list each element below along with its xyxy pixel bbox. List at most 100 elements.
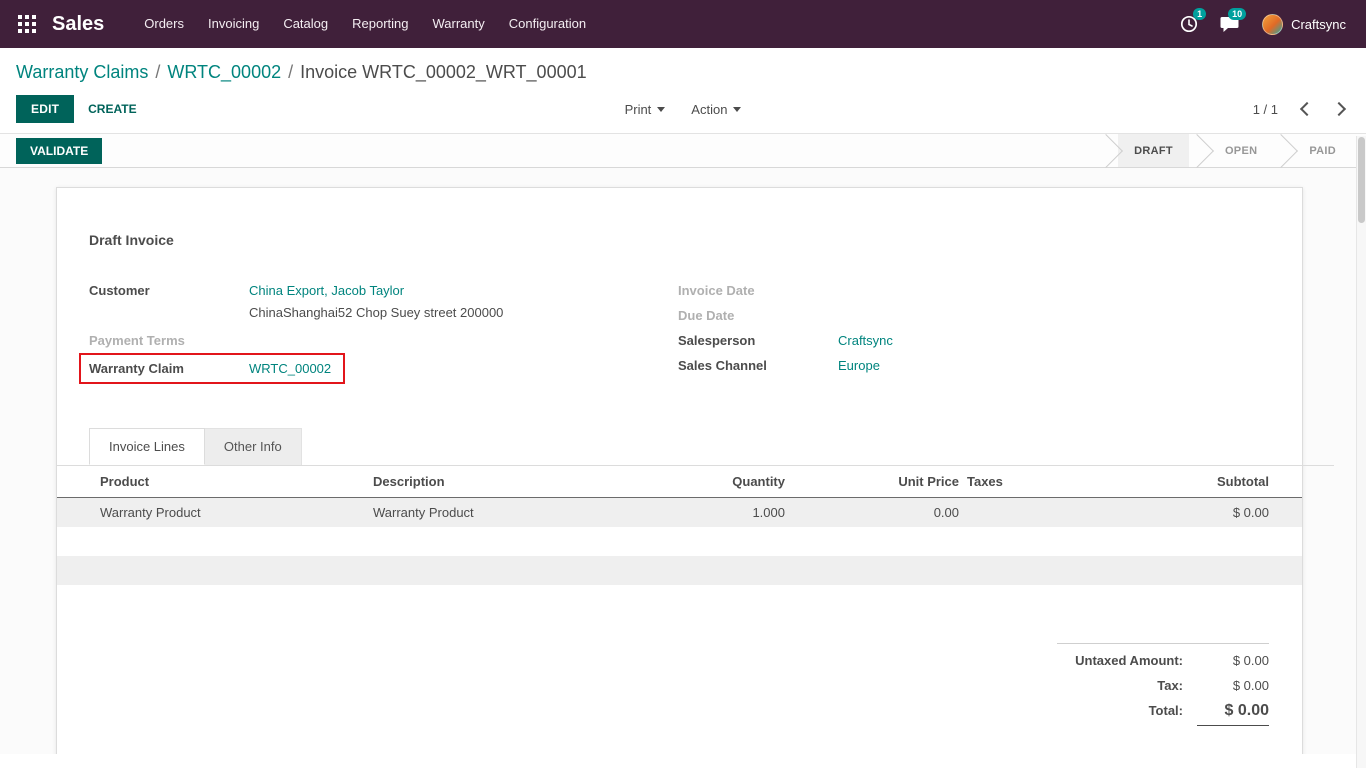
field-due-date: Due Date bbox=[678, 303, 1270, 328]
field-warranty-claim: Warranty Claim WRTC_00002 bbox=[89, 353, 678, 384]
customer-link[interactable]: China Export, Jacob Taylor bbox=[249, 283, 404, 298]
menu-catalog[interactable]: Catalog bbox=[271, 0, 340, 48]
app-name[interactable]: Sales bbox=[52, 13, 104, 36]
column-header-product[interactable]: Product bbox=[57, 466, 369, 498]
main-menu: Orders Invoicing Catalog Reporting Warra… bbox=[132, 0, 598, 48]
edit-button[interactable]: EDIT bbox=[16, 95, 74, 123]
warranty-claim-label: Warranty Claim bbox=[89, 356, 249, 381]
breadcrumb-separator: / bbox=[155, 62, 160, 82]
breadcrumb-separator: / bbox=[288, 62, 293, 82]
cell-product: Warranty Product bbox=[57, 498, 369, 528]
breadcrumb: Warranty Claims / WRTC_00002 / Invoice WRTC_… bbox=[16, 62, 1350, 83]
pager-counter: 1 / 1 bbox=[1253, 102, 1278, 117]
total-label: Total: bbox=[1057, 698, 1197, 723]
salesperson-link[interactable]: Craftsync bbox=[838, 333, 893, 348]
status-step-draft[interactable]: DRAFT bbox=[1118, 134, 1189, 167]
print-label: Print bbox=[625, 102, 652, 117]
tax-label: Tax: bbox=[1057, 673, 1197, 698]
scrollbar-thumb[interactable] bbox=[1358, 137, 1365, 223]
total-row: Total: $ 0.00 bbox=[1057, 698, 1269, 726]
sales-channel-label: Sales Channel bbox=[678, 353, 838, 378]
column-header-description[interactable]: Description bbox=[369, 466, 649, 498]
status-pipeline: DRAFT OPEN PAID bbox=[1098, 134, 1352, 167]
status-arrow-separator bbox=[1273, 134, 1293, 167]
caret-down-icon bbox=[657, 107, 665, 112]
cell-unit-price: 0.00 bbox=[789, 498, 963, 528]
notebook-tabs: Invoice Lines Other Info bbox=[89, 428, 1302, 466]
status-step-paid[interactable]: PAID bbox=[1293, 134, 1352, 167]
invoice-sheet: Draft Invoice Customer China Export, Jac… bbox=[56, 187, 1303, 754]
cell-subtotal: $ 0.00 bbox=[1123, 498, 1302, 528]
user-avatar bbox=[1262, 14, 1283, 35]
menu-invoicing[interactable]: Invoicing bbox=[196, 0, 271, 48]
menu-reporting[interactable]: Reporting bbox=[340, 0, 420, 48]
total-tax-row: Tax: $ 0.00 bbox=[1057, 673, 1269, 698]
cell-description: Warranty Product bbox=[369, 498, 649, 528]
empty-row bbox=[57, 527, 1302, 556]
column-header-quantity[interactable]: Quantity bbox=[649, 466, 789, 498]
statusbar: VALIDATE DRAFT OPEN PAID bbox=[0, 134, 1366, 168]
total-untaxed-row: Untaxed Amount: $ 0.00 bbox=[1057, 648, 1269, 673]
print-dropdown[interactable]: Print bbox=[625, 102, 666, 117]
cell-taxes bbox=[963, 498, 1123, 528]
action-label: Action bbox=[691, 102, 727, 117]
customer-address: ChinaShanghai52 Chop Suey street 200000 bbox=[249, 303, 503, 328]
sales-channel-link[interactable]: Europe bbox=[838, 358, 880, 373]
tab-other-info[interactable]: Other Info bbox=[205, 428, 302, 465]
user-name: Craftsync bbox=[1291, 17, 1346, 32]
table-row[interactable]: Warranty Product Warranty Product 1.000 … bbox=[57, 498, 1302, 528]
left-field-column: Customer China Export, Jacob Taylor Chin… bbox=[89, 278, 678, 384]
invoice-date-label: Invoice Date bbox=[678, 278, 838, 303]
totals-block: Untaxed Amount: $ 0.00 Tax: $ 0.00 Total… bbox=[1057, 643, 1269, 726]
user-menu[interactable]: Craftsync bbox=[1252, 14, 1350, 35]
untaxed-amount-label: Untaxed Amount: bbox=[1057, 648, 1197, 673]
payment-terms-label: Payment Terms bbox=[89, 328, 249, 353]
activity-count-badge: 1 bbox=[1193, 8, 1206, 20]
message-count-badge: 10 bbox=[1228, 8, 1246, 20]
caret-down-icon bbox=[733, 107, 741, 112]
validate-button[interactable]: VALIDATE bbox=[16, 138, 102, 164]
apps-grid-icon[interactable] bbox=[16, 13, 38, 35]
messages-icon[interactable]: 10 bbox=[1212, 7, 1246, 41]
breadcrumb-warranty-claims[interactable]: Warranty Claims bbox=[16, 62, 148, 82]
annotation-highlight-box: Warranty Claim WRTC_00002 bbox=[79, 353, 345, 384]
empty-row bbox=[57, 556, 1302, 585]
right-field-column: Invoice Date Due Date Salesperson Crafts… bbox=[678, 278, 1270, 384]
menu-configuration[interactable]: Configuration bbox=[497, 0, 598, 48]
status-arrow-separator bbox=[1189, 134, 1209, 167]
action-dropdown[interactable]: Action bbox=[691, 102, 741, 117]
customer-label: Customer bbox=[89, 278, 249, 303]
control-panel: Warranty Claims / WRTC_00002 / Invoice WRTC_… bbox=[0, 48, 1366, 134]
cell-quantity: 1.000 bbox=[649, 498, 789, 528]
pager-next-icon[interactable] bbox=[1332, 100, 1350, 118]
salesperson-label: Salesperson bbox=[678, 328, 838, 353]
field-invoice-date: Invoice Date bbox=[678, 278, 1270, 303]
due-date-label: Due Date bbox=[678, 303, 838, 328]
menu-orders[interactable]: Orders bbox=[132, 0, 196, 48]
tab-invoice-lines[interactable]: Invoice Lines bbox=[89, 428, 205, 465]
pager-previous-icon[interactable] bbox=[1296, 100, 1314, 118]
top-navbar: Sales Orders Invoicing Catalog Reporting… bbox=[0, 0, 1366, 48]
invoice-lines-table: Product Description Quantity Unit Price … bbox=[57, 466, 1302, 585]
form-view-background: Draft Invoice Customer China Export, Jac… bbox=[0, 168, 1366, 754]
column-header-subtotal[interactable]: Subtotal bbox=[1123, 466, 1302, 498]
field-payment-terms: Payment Terms bbox=[89, 328, 678, 353]
field-sales-channel: Sales Channel Europe bbox=[678, 353, 1270, 378]
status-arrow-separator bbox=[1098, 134, 1118, 167]
menu-warranty[interactable]: Warranty bbox=[421, 0, 497, 48]
field-customer: Customer China Export, Jacob Taylor Chin… bbox=[89, 278, 678, 328]
warranty-claim-link[interactable]: WRTC_00002 bbox=[249, 356, 331, 381]
column-header-unit-price[interactable]: Unit Price bbox=[789, 466, 963, 498]
tax-value: $ 0.00 bbox=[1197, 673, 1269, 698]
create-button[interactable]: CREATE bbox=[88, 102, 136, 116]
breadcrumb-claim[interactable]: WRTC_00002 bbox=[167, 62, 281, 82]
breadcrumb-current: Invoice WRTC_00002_WRT_00001 bbox=[300, 62, 587, 82]
invoice-state-title: Draft Invoice bbox=[89, 232, 1270, 248]
vertical-scrollbar[interactable] bbox=[1356, 136, 1366, 768]
navbar-systray: 1 10 Craftsync bbox=[1172, 7, 1350, 41]
column-header-taxes[interactable]: Taxes bbox=[963, 466, 1123, 498]
activities-icon[interactable]: 1 bbox=[1172, 7, 1206, 41]
field-salesperson: Salesperson Craftsync bbox=[678, 328, 1270, 353]
total-value: $ 0.00 bbox=[1197, 698, 1269, 726]
table-header-row: Product Description Quantity Unit Price … bbox=[57, 466, 1302, 498]
